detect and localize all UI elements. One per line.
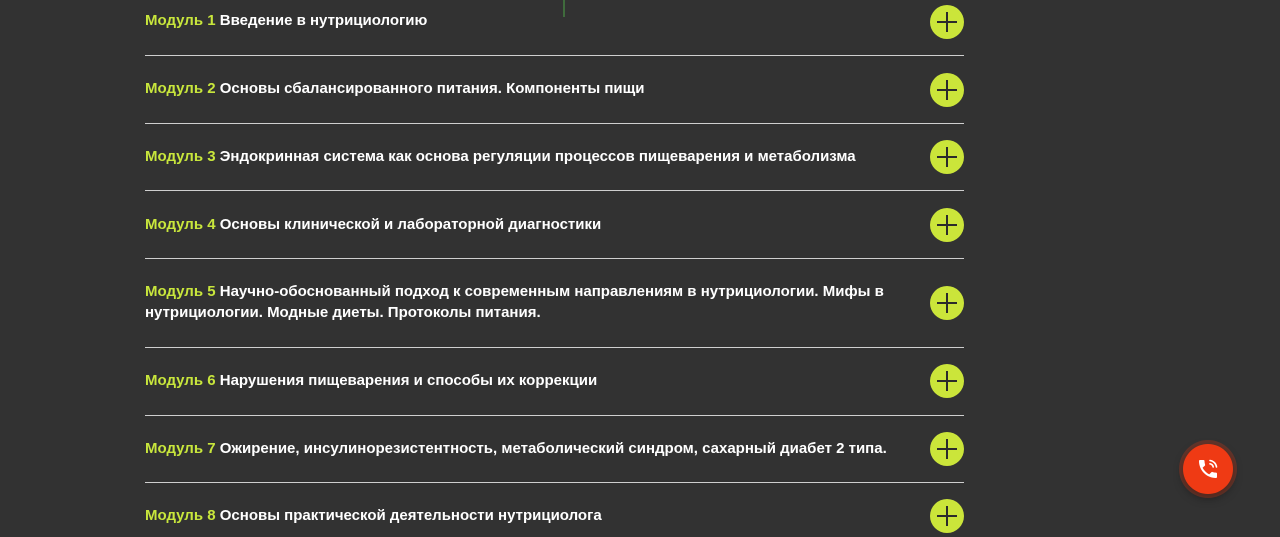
module-number: Модуль 3 <box>145 148 216 165</box>
module-item-1[interactable]: Модуль 1 Введение в нутрициологию <box>145 0 964 56</box>
expand-plus-icon[interactable] <box>930 73 964 107</box>
module-name: Научно-обоснованный подход к современным… <box>145 283 884 321</box>
module-name: Эндокринная система как основа регуляции… <box>219 148 856 165</box>
module-item-3[interactable]: Модуль 3 Эндокринная система как основа … <box>145 124 964 191</box>
expand-plus-icon[interactable] <box>930 5 964 39</box>
page: Модуль 1 Введение в нутрициологию Модуль… <box>0 0 1280 537</box>
expand-plus-icon[interactable] <box>930 432 964 466</box>
expand-plus-icon[interactable] <box>930 286 964 320</box>
module-number: Модуль 7 <box>145 440 216 457</box>
module-number: Модуль 5 <box>145 283 216 300</box>
module-title: Модуль 4 Основы клинической и лабораторн… <box>145 214 921 235</box>
module-name: Основы сбалансированного питания. Компон… <box>219 80 645 97</box>
module-title: Модуль 1 Введение в нутрициологию <box>145 10 921 31</box>
modules-accordion: Модуль 1 Введение в нутрициологию Модуль… <box>145 0 964 537</box>
module-item-2[interactable]: Модуль 2 Основы сбалансированного питани… <box>145 56 964 124</box>
expand-plus-icon[interactable] <box>930 140 964 174</box>
phone-icon <box>1199 459 1218 478</box>
call-button[interactable] <box>1183 444 1233 494</box>
module-number: Модуль 6 <box>145 372 216 389</box>
module-title: Модуль 5 Научно-обоснованный подход к со… <box>145 281 921 323</box>
module-name: Основы клинической и лабораторной диагно… <box>219 216 602 233</box>
expand-plus-icon[interactable] <box>930 499 964 533</box>
module-item-7[interactable]: Модуль 7 Ожирение, инсулинорезистентност… <box>145 416 964 483</box>
module-title: Модуль 6 Нарушения пищеварения и способы… <box>145 370 921 391</box>
expand-plus-icon[interactable] <box>930 208 964 242</box>
module-item-4[interactable]: Модуль 4 Основы клинической и лабораторн… <box>145 191 964 259</box>
module-name: Нарушения пищеварения и способы их корре… <box>219 372 598 389</box>
module-name: Основы практической деятельности нутрици… <box>219 507 602 524</box>
module-number: Модуль 1 <box>145 12 216 29</box>
module-number: Модуль 8 <box>145 507 216 524</box>
module-title: Модуль 7 Ожирение, инсулинорезистентност… <box>145 438 921 459</box>
module-item-8[interactable]: Модуль 8 Основы практической деятельност… <box>145 483 964 537</box>
expand-plus-icon[interactable] <box>930 364 964 398</box>
module-title: Модуль 2 Основы сбалансированного питани… <box>145 78 921 99</box>
module-item-5[interactable]: Модуль 5 Научно-обоснованный подход к со… <box>145 259 964 348</box>
module-number: Модуль 4 <box>145 216 216 233</box>
module-title: Модуль 3 Эндокринная система как основа … <box>145 146 921 167</box>
module-name: Введение в нутрициологию <box>219 12 428 29</box>
module-number: Модуль 2 <box>145 80 216 97</box>
module-item-6[interactable]: Модуль 6 Нарушения пищеварения и способы… <box>145 348 964 416</box>
module-name: Ожирение, инсулинорезистентность, метабо… <box>219 440 887 457</box>
module-title: Модуль 8 Основы практической деятельност… <box>145 505 921 526</box>
